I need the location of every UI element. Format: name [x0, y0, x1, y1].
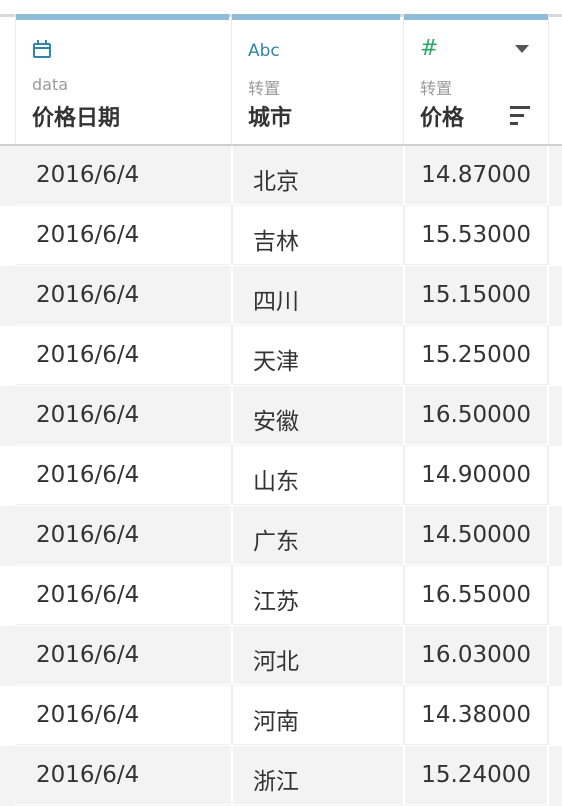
cell-date[interactable]: 2016/6/4 [15, 386, 229, 445]
cell-price[interactable]: 15.53000 [403, 206, 549, 265]
cell-price-value: 15.25000 [421, 342, 531, 368]
cell-date-value: 2016/6/4 [36, 642, 140, 668]
column-header-cap [404, 14, 548, 20]
column-header-city[interactable]: Abc 转置 城市 [231, 14, 400, 145]
cell-price[interactable]: 15.24000 [403, 746, 549, 805]
table-row[interactable]: 2016/6/4 江苏 16.55000 [0, 566, 562, 626]
column-origin-label: 转置 [248, 79, 281, 98]
table-row[interactable]: 2016/6/4 河南 14.38000 [0, 686, 562, 746]
cell-date-value: 2016/6/4 [36, 342, 140, 368]
cell-city-value: 吉林 [253, 229, 299, 255]
cell-city[interactable]: 江苏 [231, 566, 400, 625]
cell-date-value: 2016/6/4 [36, 702, 140, 728]
cell-price-value: 14.87000 [421, 162, 531, 188]
cell-price[interactable]: 14.87000 [403, 146, 549, 205]
cell-date-value: 2016/6/4 [36, 282, 140, 308]
cell-date-value: 2016/6/4 [36, 402, 140, 428]
cell-price-value: 14.38000 [421, 702, 531, 728]
cell-date[interactable]: 2016/6/4 [15, 266, 229, 325]
cell-city[interactable]: 广东 [231, 506, 400, 565]
table-row[interactable]: 2016/6/4 浙江 15.24000 [0, 746, 562, 806]
cell-city-value: 安徽 [253, 409, 299, 435]
cell-city[interactable]: 北京 [231, 146, 400, 205]
cell-date[interactable]: 2016/6/4 [15, 146, 229, 205]
cell-price[interactable]: 16.50000 [403, 386, 549, 445]
table-row[interactable]: 2016/6/4 天津 15.25000 [0, 326, 562, 386]
cell-city-value: 浙江 [253, 769, 299, 795]
cell-date[interactable]: 2016/6/4 [15, 446, 229, 505]
cell-price[interactable]: 14.38000 [403, 686, 549, 745]
cell-price-value: 16.55000 [421, 582, 531, 608]
cell-date-value: 2016/6/4 [36, 462, 140, 488]
table-row[interactable]: 2016/6/4 北京 14.87000 [0, 146, 562, 206]
table-row[interactable]: 2016/6/4 广东 14.50000 [0, 506, 562, 566]
cell-city[interactable]: 浙江 [231, 746, 400, 805]
cell-city-value: 广东 [253, 529, 299, 555]
column-origin-label: 转置 [420, 79, 453, 98]
cell-city-value: 北京 [253, 169, 299, 195]
table-row[interactable]: 2016/6/4 安徽 16.50000 [0, 386, 562, 446]
column-header-cap [232, 14, 400, 20]
column-name[interactable]: 价格日期 [32, 100, 120, 132]
abc-string-icon[interactable]: Abc [248, 41, 280, 61]
cell-date-value: 2016/6/4 [36, 162, 140, 188]
calendar-icon [33, 40, 51, 58]
cell-date[interactable]: 2016/6/4 [15, 206, 229, 265]
cell-city[interactable]: 四川 [231, 266, 400, 325]
cell-price[interactable]: 15.25000 [403, 326, 549, 385]
cell-city-value: 河南 [253, 709, 299, 735]
column-header-cap [16, 14, 229, 20]
data-grid: data 价格日期 Abc 转置 城市 # 转置 价格 2016/6/4 北京 14… [0, 0, 562, 806]
cell-date[interactable]: 2016/6/4 [15, 326, 229, 385]
cell-city[interactable]: 吉林 [231, 206, 400, 265]
cell-city[interactable]: 天津 [231, 326, 400, 385]
column-origin-label: data [32, 75, 69, 94]
cell-price-value: 16.03000 [421, 642, 531, 668]
cell-city-value: 江苏 [253, 589, 299, 615]
cell-date-value: 2016/6/4 [36, 222, 140, 248]
cell-price-value: 15.24000 [421, 762, 531, 788]
column-header-price[interactable]: # 转置 价格 [403, 14, 549, 145]
cell-price[interactable]: 16.55000 [403, 566, 549, 625]
cell-price-value: 15.53000 [421, 222, 531, 248]
cell-city-value: 河北 [253, 649, 299, 675]
table-row[interactable]: 2016/6/4 四川 15.15000 [0, 266, 562, 326]
chevron-down-icon[interactable] [515, 45, 529, 53]
cell-date-value: 2016/6/4 [36, 762, 140, 788]
cell-date-value: 2016/6/4 [36, 522, 140, 548]
cell-city-value: 天津 [253, 349, 299, 375]
cell-date[interactable]: 2016/6/4 [15, 746, 229, 805]
cell-price[interactable]: 14.90000 [403, 446, 549, 505]
cell-price-value: 14.50000 [421, 522, 531, 548]
cell-price-value: 14.90000 [421, 462, 531, 488]
sort-descending-icon[interactable] [510, 106, 530, 126]
table-row[interactable]: 2016/6/4 吉林 15.53000 [0, 206, 562, 266]
cell-date-value: 2016/6/4 [36, 582, 140, 608]
cell-price[interactable]: 14.50000 [403, 506, 549, 565]
cell-price-value: 16.50000 [421, 402, 531, 428]
table-row[interactable]: 2016/6/4 河北 16.03000 [0, 626, 562, 686]
cell-date[interactable]: 2016/6/4 [15, 506, 229, 565]
cell-city[interactable]: 河南 [231, 686, 400, 745]
column-name[interactable]: 城市 [248, 100, 292, 132]
table-row[interactable]: 2016/6/4 山东 14.90000 [0, 446, 562, 506]
cell-city-value: 四川 [253, 289, 299, 315]
cell-price[interactable]: 16.03000 [403, 626, 549, 685]
column-name[interactable]: 价格 [420, 100, 464, 132]
cell-date[interactable]: 2016/6/4 [15, 626, 229, 685]
cell-city[interactable]: 安徽 [231, 386, 400, 445]
hash-number-icon[interactable]: # [420, 36, 438, 61]
column-header-date[interactable]: data 价格日期 [15, 14, 229, 145]
cell-city-value: 山东 [253, 469, 299, 495]
cell-date[interactable]: 2016/6/4 [15, 566, 229, 625]
cell-date[interactable]: 2016/6/4 [15, 686, 229, 745]
cell-city[interactable]: 山东 [231, 446, 400, 505]
cell-price-value: 15.15000 [421, 282, 531, 308]
cell-city[interactable]: 河北 [231, 626, 400, 685]
cell-price[interactable]: 15.15000 [403, 266, 549, 325]
